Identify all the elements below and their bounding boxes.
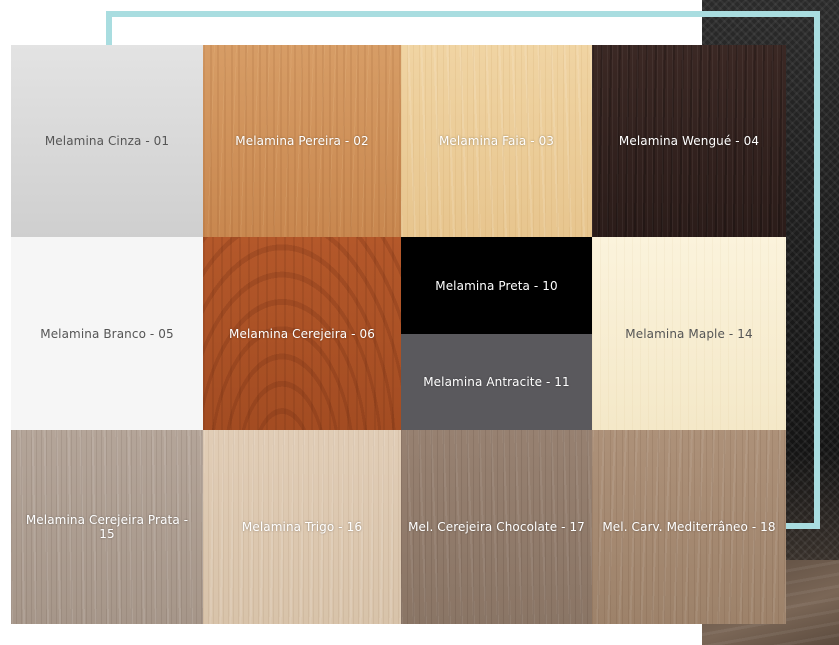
swatch-melamina-faia[interactable]: Melamina Faia - 03	[401, 45, 592, 237]
swatch-label: Melamina Antracite - 11	[423, 375, 570, 389]
swatch-melamina-cinza[interactable]: Melamina Cinza - 01	[11, 45, 203, 237]
swatch-label: Melamina Cinza - 01	[44, 134, 170, 148]
swatch-label: Melamina Trigo - 16	[241, 520, 363, 534]
swatch-label: Melamina Cerejeira Prata - 15	[25, 513, 189, 541]
swatch-label: Mel. Cerejeira Chocolate - 17	[408, 520, 585, 534]
swatch-label: Melamina Maple - 14	[625, 326, 753, 341]
swatch-mel-carv-mediterraneo[interactable]: Mel. Carv. Mediterrâneo - 18	[592, 430, 786, 624]
swatch-melamina-cerejeira-prata[interactable]: Melamina Cerejeira Prata - 15	[11, 430, 203, 624]
swatch-melamina-wengue[interactable]: Melamina Wengué - 04	[592, 45, 786, 237]
swatch-label: Melamina Faia - 03	[438, 134, 555, 148]
swatch-melamina-trigo[interactable]: Melamina Trigo - 16	[203, 430, 401, 624]
swatch-label: Melamina Wengué - 04	[618, 134, 760, 148]
swatch-label: Melamina Preta - 10	[435, 278, 558, 293]
swatch-label: Melamina Pereira - 02	[235, 134, 369, 148]
swatch-grid: Melamina Cinza - 01 Melamina Pereira - 0…	[11, 45, 786, 624]
swatch-mel-cerejeira-chocolate[interactable]: Mel. Cerejeira Chocolate - 17	[401, 430, 592, 624]
swatch-melamina-pereira[interactable]: Melamina Pereira - 02	[203, 45, 401, 237]
swatch-label: Melamina Branco - 05	[40, 326, 174, 341]
swatch-melamina-cerejeira[interactable]: Melamina Cerejeira - 06	[203, 237, 401, 430]
swatch-melamina-antracite[interactable]: Melamina Antracite - 11	[401, 334, 592, 430]
swatch-label: Mel. Carv. Mediterrâneo - 18	[602, 520, 776, 534]
swatch-melamina-preta[interactable]: Melamina Preta - 10	[401, 237, 592, 334]
swatch-melamina-maple[interactable]: Melamina Maple - 14	[592, 237, 786, 430]
swatch-label: Melamina Cerejeira - 06	[229, 326, 375, 341]
swatch-melamina-branco[interactable]: Melamina Branco - 05	[11, 237, 203, 430]
